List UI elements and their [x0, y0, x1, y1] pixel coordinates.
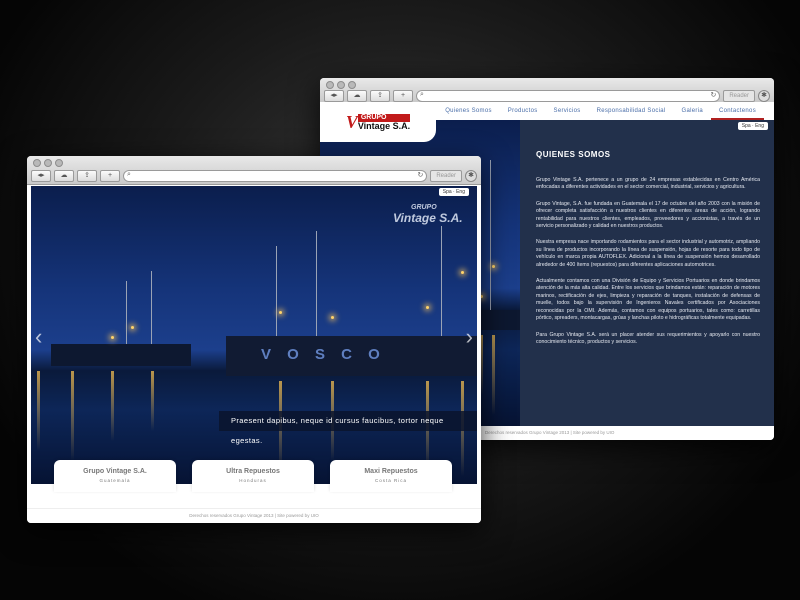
close-icon[interactable]	[33, 159, 41, 167]
ship-hull-text: V O S C O	[261, 346, 386, 363]
window-controls	[326, 81, 356, 89]
language-switch[interactable]: Spa · Eng	[438, 188, 469, 196]
share-icon[interactable]: ⇪	[77, 170, 97, 182]
section-title: QUIENES SOMOS	[536, 150, 611, 159]
site-logo[interactable]: V GRUPO Vintage S.A.	[320, 102, 436, 142]
slider-prev-arrow[interactable]: ‹	[35, 324, 42, 350]
site-footer: Derechos reservados Grupo Vintage 2013 |…	[27, 508, 481, 523]
company-name: Maxi Repuestos	[364, 468, 418, 475]
about-paragraph: Nuestra empresa nace importando rodamien…	[536, 239, 760, 268]
nav-item-galeria[interactable]: Galeria	[674, 102, 711, 120]
address-bar[interactable]: ⌕ ↻	[416, 90, 721, 102]
browser-chrome: ◂▸ ☁ ⇪ + ⌕ ↻ Reader ✱	[320, 78, 774, 103]
company-name: Grupo Vintage S.A.	[83, 468, 147, 475]
search-icon: ⌕	[420, 91, 424, 98]
about-paragraph: Grupo Vintage, S.A. fue fundada en Guate…	[536, 200, 760, 230]
company-country: Honduras	[239, 478, 267, 483]
nav-item-responsabilidad-social[interactable]: Responsabilidad Social	[589, 102, 674, 120]
company-country: Costa Rica	[374, 478, 407, 483]
nav-item-quienes-somos[interactable]: Quienes Somos	[437, 102, 500, 120]
close-icon[interactable]	[326, 81, 334, 89]
slide-caption: Praesent dapibus, neque id cursus faucib…	[219, 411, 477, 445]
company-country: Guatemala	[99, 478, 131, 483]
back-forward-button[interactable]: ◂▸	[324, 90, 344, 102]
about-paragraph: Actualmente contamos con una División de…	[536, 278, 760, 322]
about-paragraph: Para Grupo Vintage S.A. será un placer a…	[536, 331, 760, 345]
gear-icon[interactable]: ✱	[758, 90, 770, 102]
hero-slider[interactable]: Spa · Eng GRUPO Vintage S.A. V O S C O ‹…	[31, 186, 477, 484]
browser-window-home: ◂▸ ☁ ⇪ + ⌕ ↻ Reader ✱ Spa · Eng GRUPO Vi…	[27, 156, 481, 523]
company-name: Ultra Repuestos	[226, 468, 280, 475]
cloud-icon[interactable]: ☁	[347, 90, 367, 102]
minimize-icon[interactable]	[44, 159, 52, 167]
cloud-icon[interactable]: ☁	[54, 170, 74, 182]
logo-line2: Vintage S.A.	[393, 211, 463, 225]
search-icon: ⌕	[127, 171, 131, 178]
site-logo: GRUPO Vintage S.A.	[393, 204, 463, 225]
zoom-icon[interactable]	[55, 159, 63, 167]
browser-chrome: ◂▸ ☁ ⇪ + ⌕ ↻ Reader ✱	[27, 156, 481, 185]
reader-button[interactable]: Reader	[723, 90, 755, 102]
zoom-icon[interactable]	[348, 81, 356, 89]
reload-icon[interactable]: ↻	[417, 171, 423, 179]
logo-line1: GRUPO	[411, 204, 437, 211]
add-tab-button[interactable]: +	[100, 170, 120, 182]
company-card-ultra[interactable]: Ultra Repuestos Honduras	[192, 460, 314, 492]
company-card-vintage[interactable]: Grupo Vintage S.A. Guatemala	[54, 460, 176, 492]
about-panel: Spa · Eng QUIENES SOMOS Grupo Vintage S.…	[520, 120, 774, 426]
back-forward-button[interactable]: ◂▸	[31, 170, 51, 182]
minimize-icon[interactable]	[337, 81, 345, 89]
share-icon[interactable]: ⇪	[370, 90, 390, 102]
gear-icon[interactable]: ✱	[465, 170, 477, 182]
address-bar[interactable]: ⌕ ↻	[123, 170, 428, 182]
add-tab-button[interactable]: +	[393, 90, 413, 102]
company-card-maxi[interactable]: Maxi Repuestos Costa Rica	[330, 460, 452, 492]
nav-item-productos[interactable]: Productos	[500, 102, 546, 120]
nav-item-servicios[interactable]: Servicios	[546, 102, 589, 120]
reload-icon[interactable]: ↻	[710, 91, 716, 99]
logo-mark: V	[345, 111, 358, 132]
slider-next-arrow[interactable]: ›	[466, 324, 473, 350]
language-switch[interactable]: Spa · Eng	[737, 122, 768, 130]
company-cards: Grupo Vintage S.A. Guatemala Ultra Repue…	[27, 456, 481, 496]
about-paragraph: Grupo Vintage S.A. pertenece a un grupo …	[536, 177, 760, 191]
nav-item-contactenos[interactable]: Contactenos	[711, 102, 764, 120]
logo-line2: Vintage S.A.	[357, 121, 411, 131]
window-controls	[33, 159, 63, 167]
reader-button[interactable]: Reader	[430, 170, 462, 182]
